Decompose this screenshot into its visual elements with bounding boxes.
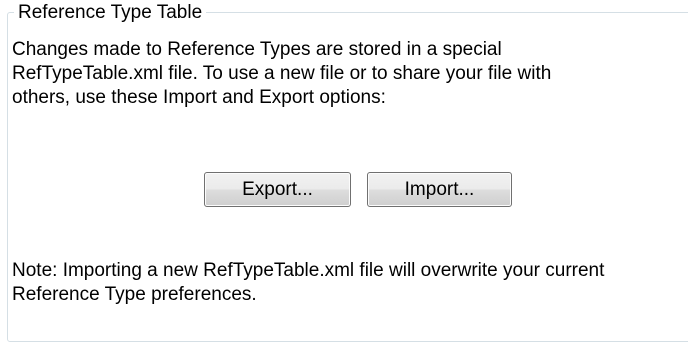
export-button[interactable]: Export... [204, 172, 351, 207]
group-title: Reference Type Table [14, 2, 207, 24]
note-text: Note: Importing a new RefTypeTable.xml f… [12, 259, 680, 307]
import-button[interactable]: Import... [367, 172, 512, 207]
description-line-1: Changes made to Reference Types are stor… [12, 39, 502, 60]
description-line-3: others, use these Import and Export opti… [12, 87, 386, 108]
description-text: Changes made to Reference Types are stor… [12, 38, 672, 110]
note-line-1: Note: Importing a new RefTypeTable.xml f… [12, 260, 605, 281]
note-line-2: Reference Type preferences. [12, 284, 257, 305]
description-line-2: RefTypeTable.xml file. To use a new file… [12, 63, 552, 84]
